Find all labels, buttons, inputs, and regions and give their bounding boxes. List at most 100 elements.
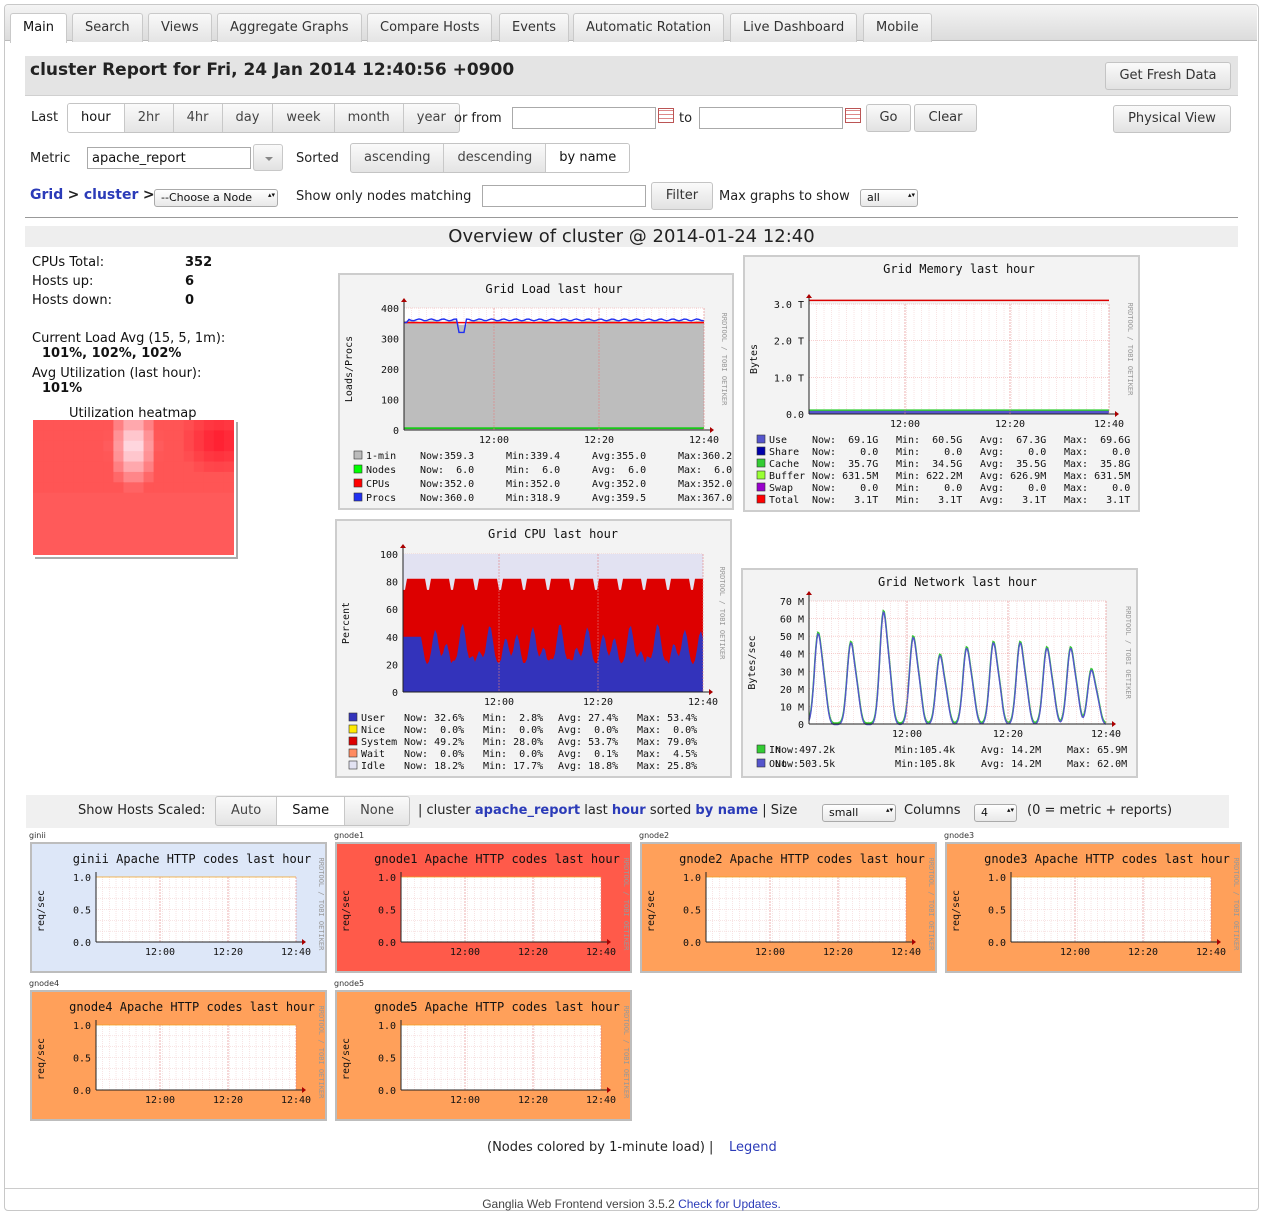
host-name-label[interactable]: gnode3 (944, 831, 974, 840)
columns-select[interactable]: 4 (974, 804, 1017, 822)
go-button[interactable]: Go (866, 104, 911, 132)
host-graph[interactable]: gnode1 Apache HTTP codes last hour req/se… (335, 842, 632, 973)
cpus-total-value: 352 (185, 255, 213, 270)
range-year[interactable]: year (402, 104, 459, 132)
heatmap-cell (53, 482, 64, 494)
heatmap-cell (203, 534, 215, 546)
max-graphs-select[interactable]: all (860, 189, 918, 207)
range-day[interactable]: day (221, 104, 273, 132)
hosts-up-label: Hosts up: (32, 274, 94, 289)
heatmap-cell (153, 482, 165, 494)
host-graph[interactable]: ginii Apache HTTP codes last hour req/sec… (30, 842, 327, 973)
range-hour[interactable]: hour (68, 104, 124, 132)
nodes-colored-note: (Nodes colored by 1-minute load) | (487, 1140, 714, 1155)
breadcrumb-cluster[interactable]: cluster (84, 187, 139, 203)
grid-cpu-graph[interactable]: Grid CPU last hour Percent RRDTOOL / TOBI … (335, 519, 732, 778)
heatmap-cell (53, 523, 64, 535)
legend-swatch (348, 748, 358, 758)
host-graph[interactable]: gnode5 Apache HTTP codes last hour req/se… (335, 990, 632, 1121)
tab-search[interactable]: Search (72, 13, 143, 42)
grid-load-graph[interactable]: Grid Load last hour Loads/Procs RRDTOOL / … (338, 273, 734, 510)
scale-auto[interactable]: Auto (216, 797, 276, 825)
tab-compare-hosts[interactable]: Compare Hosts (367, 13, 493, 42)
breadcrumb-grid[interactable]: Grid (30, 187, 63, 203)
heatmap-cell (183, 513, 195, 525)
size-select[interactable]: small (822, 804, 896, 822)
util-value: 101% (42, 381, 83, 396)
heatmap-cell (63, 451, 74, 463)
legend-name: 1-min (366, 451, 396, 462)
heatmap-cell (103, 523, 114, 535)
legend-link[interactable]: Legend (729, 1140, 777, 1155)
utilization-heatmap[interactable] (33, 420, 236, 557)
y-tick-label: 3.0 T (774, 300, 804, 311)
x-tick-label: 12:20 (213, 1095, 243, 1106)
host-name-label[interactable]: ginii (29, 831, 46, 840)
heatmap-cell (173, 430, 185, 442)
host-graph[interactable]: gnode2 Apache HTTP codes last hour req/se… (640, 842, 937, 973)
hosts-down-value: 0 (185, 293, 195, 308)
from-date-input[interactable] (512, 107, 656, 129)
tab-views[interactable]: Views (148, 13, 212, 42)
legend-max: Max: 6.0 (678, 465, 732, 476)
host-name-label[interactable]: gnode1 (334, 831, 364, 840)
heatmap-label: Utilization heatmap (69, 406, 197, 421)
tab-aggregate-graphs[interactable]: Aggregate Graphs (217, 13, 362, 42)
host-name-label[interactable]: gnode5 (334, 979, 364, 988)
heatmap-cell (63, 482, 74, 494)
heatmap-cell (143, 461, 155, 473)
host-graph[interactable]: gnode3 Apache HTTP codes last hour req/se… (945, 842, 1242, 973)
tab-events[interactable]: Events (499, 13, 570, 42)
x-tick-label: 12:00 (450, 1095, 480, 1106)
range-2hr[interactable]: 2hr (123, 104, 173, 132)
metric-dropdown-button[interactable] (253, 144, 283, 171)
range-week[interactable]: week (272, 104, 333, 132)
grid-memory-graph[interactable]: Grid Memory last hour Bytes RRDTOOL / TOBI… (743, 255, 1140, 512)
range-month[interactable]: month (333, 104, 403, 132)
check-updates-link[interactable]: Check for Updates. (678, 1197, 781, 1211)
heatmap-cell (193, 451, 205, 463)
legend-swatch (353, 492, 363, 502)
legend-max: Max:360.2 (678, 451, 732, 462)
x-tick-label: 12:20 (213, 947, 243, 958)
get-fresh-data-button[interactable]: Get Fresh Data (1105, 62, 1231, 90)
scale-none[interactable]: None (344, 797, 409, 825)
sort-ascending[interactable]: ascending (351, 144, 443, 172)
cpus-total-label: CPUs Total: (32, 255, 105, 270)
filter-button[interactable]: Filter (651, 182, 713, 210)
heatmap-cell (103, 534, 114, 546)
calendar-icon[interactable] (845, 108, 861, 123)
heatmap-cell (223, 420, 235, 431)
x-tick-label: 12:20 (518, 947, 548, 958)
heatmap-cell (83, 523, 94, 535)
grid-network-graph[interactable]: Grid Network last hour Bytes/sec RRDTOOL /… (741, 568, 1138, 778)
legend-max: Max: 4.5% (637, 749, 697, 760)
load-area (404, 320, 704, 430)
tab-mobile[interactable]: Mobile (863, 13, 932, 42)
sort-descending[interactable]: descending (443, 144, 545, 172)
host-name-label[interactable]: gnode2 (639, 831, 669, 840)
sort-by-name[interactable]: by name (545, 144, 630, 172)
to-date-input[interactable] (699, 107, 843, 129)
physical-view-button[interactable]: Physical View (1113, 105, 1231, 133)
legend-max: Max:352.0 (678, 479, 732, 490)
host-graph[interactable]: gnode4 Apache HTTP codes last hour req/se… (30, 990, 327, 1121)
range-4hr[interactable]: 4hr (172, 104, 222, 132)
host-name-label[interactable]: gnode4 (29, 979, 59, 988)
heatmap-cell (223, 451, 235, 463)
tab-automatic-rotation[interactable]: Automatic Rotation (573, 13, 725, 42)
tab-live-dashboard[interactable]: Live Dashboard (730, 13, 858, 42)
scale-same[interactable]: Same (276, 797, 345, 825)
node-filter-input[interactable] (482, 185, 646, 207)
clear-button[interactable]: Clear (914, 104, 977, 132)
heatmap-cell (63, 471, 74, 483)
choose-node-select[interactable]: --Choose a Node (154, 189, 278, 207)
heatmap-cell (143, 513, 155, 525)
metric-input[interactable] (87, 147, 251, 169)
tab-main[interactable]: Main (10, 13, 68, 43)
calendar-icon[interactable] (658, 108, 674, 123)
heatmap-cell (53, 503, 64, 514)
heatmap-cell (43, 461, 54, 473)
legend-max: Max: 0.0 (1064, 483, 1130, 494)
x-tick-label: 12:20 (584, 435, 614, 446)
